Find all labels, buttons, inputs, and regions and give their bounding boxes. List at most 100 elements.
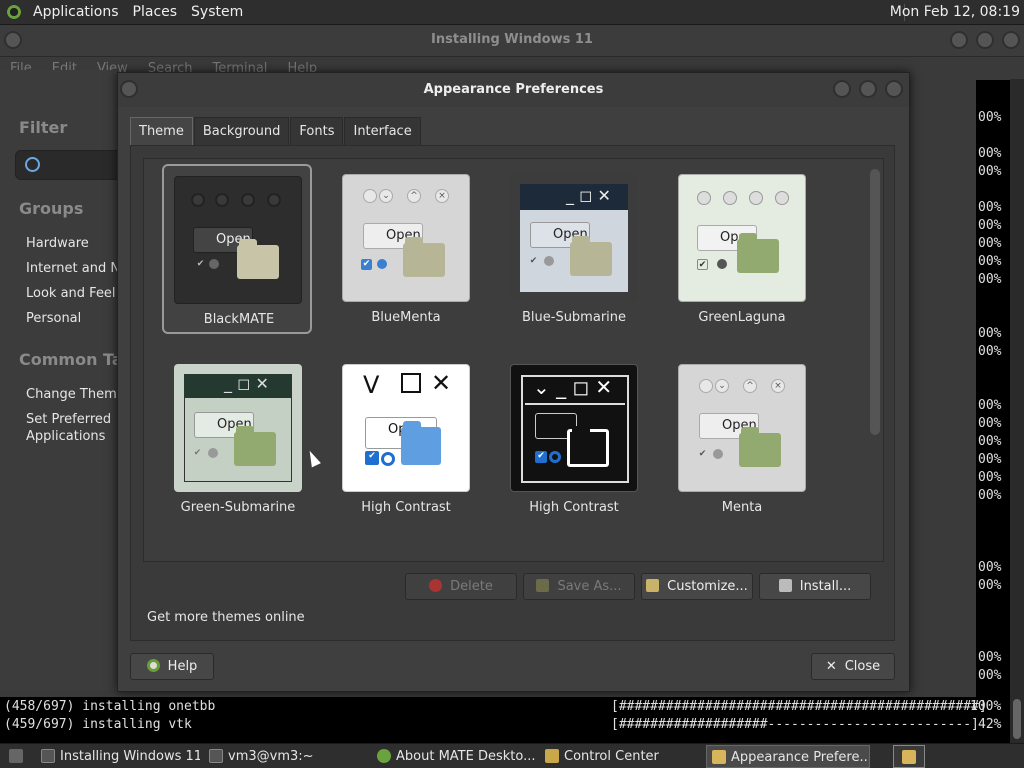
workspace-icon bbox=[902, 750, 916, 764]
tab-fonts[interactable]: Fonts bbox=[290, 117, 344, 145]
terminal-percent-line: 00% bbox=[978, 200, 1002, 215]
terminal-percent-line: 00% bbox=[978, 218, 1002, 233]
desktop-icon bbox=[9, 749, 23, 763]
terminal-percent-column: 00% 00% 00% 00% 00% 00% 00% 00% 00% 00% 00% 00% 00% 0… bbox=[976, 80, 1010, 697]
terminal-percent-line: 00% bbox=[978, 416, 1002, 431]
delete-button[interactable]: Delete bbox=[405, 573, 517, 600]
dialog-title: Appearance Preferences bbox=[423, 82, 604, 97]
menu-places[interactable]: Places bbox=[126, 0, 185, 25]
theme-name: GreenLaguna bbox=[698, 310, 786, 325]
filter-search-input[interactable] bbox=[15, 150, 118, 180]
window-menu-icon[interactable] bbox=[4, 31, 22, 49]
help-button[interactable]: Help bbox=[130, 653, 214, 680]
theme-name: Blue-Submarine bbox=[521, 310, 627, 325]
terminal-titlebar[interactable]: Installing Windows 11 bbox=[0, 25, 1024, 57]
terminal-percent-line: 00% bbox=[978, 650, 1002, 665]
tab-background[interactable]: Background bbox=[193, 117, 290, 145]
install-button[interactable]: Install... bbox=[759, 573, 871, 600]
group-look-and-feel[interactable]: Look and Feel bbox=[26, 286, 116, 301]
terminal-progress-pct: 42% bbox=[978, 717, 1002, 732]
task-set-preferred[interactable]: Set Preferred bbox=[26, 412, 111, 427]
minimize-icon[interactable] bbox=[950, 31, 968, 49]
terminal-percent-line: 00% bbox=[978, 146, 1002, 161]
menu-applications[interactable]: Applications bbox=[26, 0, 126, 25]
delete-label: Delete bbox=[450, 579, 493, 594]
theme-tab-panel: Open ✔ BlackMATE ⌄ ^ × Open ✔ BlueMenta … bbox=[130, 145, 895, 641]
terminal-percent-line: 00% bbox=[978, 272, 1002, 287]
terminal-icon bbox=[209, 749, 223, 763]
group-personal[interactable]: Personal bbox=[26, 311, 81, 326]
theme-item-high-contrast[interactable]: V ✕ Open ✔ High Contrast bbox=[330, 354, 480, 524]
filter-heading: Filter bbox=[19, 118, 68, 137]
theme-item-blackmate[interactable]: Open ✔ BlackMATE bbox=[162, 164, 312, 334]
theme-grid-scrollbar[interactable] bbox=[869, 163, 880, 557]
save-as-button[interactable]: Save As... bbox=[523, 573, 635, 600]
install-icon bbox=[778, 579, 792, 592]
task-appearance-preferences[interactable]: Appearance Prefere... bbox=[706, 745, 870, 768]
terminal-percent-line: 00% bbox=[978, 254, 1002, 269]
customize-label: Customize... bbox=[667, 579, 748, 594]
close-button[interactable]: ✕ Close bbox=[811, 653, 895, 680]
terminal-icon bbox=[41, 749, 55, 763]
help-icon bbox=[146, 659, 160, 672]
terminal-scrollbar[interactable] bbox=[1010, 79, 1024, 743]
control-center-window: Filter Groups Hardware Internet and Ne L… bbox=[0, 70, 152, 690]
theme-name: BlackMATE bbox=[203, 312, 275, 327]
help-label: Help bbox=[167, 659, 198, 674]
menu-system[interactable]: System bbox=[184, 0, 250, 25]
terminal-percent-line: 00% bbox=[978, 470, 1002, 485]
appearance-dialog: Appearance Preferences Theme Background … bbox=[117, 72, 910, 692]
terminal-percent-line: 00% bbox=[978, 452, 1002, 467]
terminal-title: Installing Windows 11 bbox=[431, 32, 593, 47]
task-applications[interactable]: Applications bbox=[26, 429, 105, 444]
close-icon[interactable] bbox=[885, 80, 903, 98]
close-x-icon: ✕ bbox=[825, 659, 837, 674]
task-installing-windows[interactable]: Installing Windows 11 bbox=[36, 745, 200, 768]
tab-interface[interactable]: Interface bbox=[344, 117, 421, 145]
show-desktop-button[interactable] bbox=[4, 745, 30, 768]
theme-item-green-submarine[interactable]: _ ◻ ✕ Open ✔ Green-Submarine bbox=[162, 354, 312, 524]
group-hardware[interactable]: Hardware bbox=[26, 236, 89, 251]
task-change-theme[interactable]: Change Theme bbox=[26, 387, 125, 402]
task-about-mate[interactable]: About MATE Deskto... bbox=[372, 745, 536, 768]
theme-item-bluementa[interactable]: ⌄ ^ × Open ✔ BlueMenta bbox=[330, 164, 480, 334]
maximize-icon[interactable] bbox=[976, 31, 994, 49]
task-label: vm3@vm3:~ bbox=[228, 749, 314, 764]
terminal-percent-line: 00% bbox=[978, 236, 1002, 251]
theme-item-menta[interactable]: ⌄ ^ × Open ✔ Menta bbox=[666, 354, 816, 524]
workspace-switcher[interactable] bbox=[893, 745, 925, 768]
install-label: Install... bbox=[799, 579, 852, 594]
terminal-screen[interactable]: (458/697) installing onetbb [###########… bbox=[0, 697, 1010, 743]
theme-name: Menta bbox=[721, 500, 763, 515]
customize-button[interactable]: Customize... bbox=[641, 573, 753, 600]
task-control-center[interactable]: Control Center bbox=[540, 745, 704, 768]
theme-item-blue-submarine[interactable]: _ ◻ ✕ Open ✔ Blue-Submarine bbox=[498, 164, 648, 334]
task-label: About MATE Deskto... bbox=[396, 749, 536, 764]
theme-item-greenlaguna[interactable]: Open ✔ GreenLaguna bbox=[666, 164, 816, 334]
theme-name: BlueMenta bbox=[371, 310, 441, 325]
minimize-icon[interactable] bbox=[833, 80, 851, 98]
terminal-percent-line: 00% bbox=[978, 164, 1002, 179]
mate-logo-icon[interactable] bbox=[6, 4, 22, 20]
theme-name: High Contrast bbox=[361, 500, 451, 515]
maximize-icon[interactable] bbox=[859, 80, 877, 98]
close-icon[interactable] bbox=[1002, 31, 1020, 49]
dialog-titlebar[interactable]: Appearance Preferences bbox=[118, 73, 909, 107]
theme-name: High Contrast bbox=[529, 500, 619, 515]
task-label: Appearance Prefere... bbox=[731, 750, 870, 765]
terminal-percent-line: 00% bbox=[978, 488, 1002, 503]
terminal-percent-line: 00% bbox=[978, 398, 1002, 413]
task-vm3-terminal[interactable]: vm3@vm3:~ bbox=[204, 745, 368, 768]
get-more-themes-link[interactable]: Get more themes online bbox=[147, 610, 305, 625]
terminal-percent-line: 00% bbox=[978, 434, 1002, 449]
tab-theme[interactable]: Theme bbox=[130, 117, 193, 145]
terminal-scrollbar-thumb[interactable] bbox=[1013, 699, 1021, 739]
theme-grid-scrollbar-thumb[interactable] bbox=[870, 169, 880, 435]
group-internet[interactable]: Internet and Ne bbox=[26, 261, 128, 276]
panel-clock[interactable]: Mon Feb 12, 08:19 bbox=[890, 0, 1020, 25]
save-icon bbox=[536, 579, 550, 592]
terminal-progress-bar: [###################--------------------… bbox=[611, 717, 979, 732]
theme-name: Green-Submarine bbox=[180, 500, 296, 515]
theme-item-high-contrast-inverse[interactable]: ⌄ _ ◻ ✕ ✔ High Contrast bbox=[498, 354, 648, 524]
terminal-progress-bar: [#######################################… bbox=[611, 699, 987, 714]
